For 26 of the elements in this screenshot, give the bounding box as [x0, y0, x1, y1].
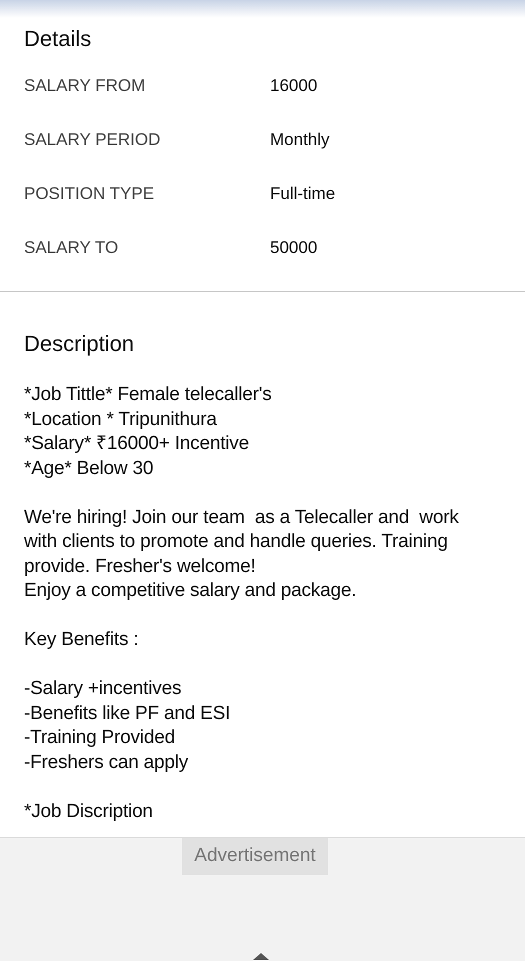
description-line: We're hiring! Join our team as a Telecaller and work	[24, 506, 460, 530]
description-line: Key Benefits :	[24, 628, 140, 652]
description-line: *Age* Below 30	[24, 456, 154, 480]
field-label: POSITION TYPE	[24, 183, 156, 206]
description-line: -Benefits like PF and ESI	[24, 702, 232, 726]
field-value: 50000	[270, 237, 318, 260]
section-title: Description	[24, 333, 136, 355]
description-line: with clients to promote and handle queries. Training	[24, 530, 449, 554]
description-line: -Training Provided	[24, 726, 176, 750]
description-line: *Location * Tripunithura	[24, 408, 218, 432]
description-line: *Job Tittle* Female telecaller's	[24, 383, 273, 407]
description-line: *Job Discription	[24, 800, 154, 824]
field-label: SALARY PERIOD	[24, 129, 162, 152]
description-line: -Salary +incentives	[24, 677, 182, 701]
field-value: Full-time	[270, 183, 336, 206]
field-label: SALARY TO	[24, 237, 120, 260]
field-label: SALARY FROM	[24, 75, 146, 98]
caret-up-icon	[252, 952, 268, 960]
advertisement-label: Advertisement	[182, 838, 328, 874]
field-value: 16000	[270, 75, 318, 98]
field-value: Monthly	[270, 129, 330, 152]
description-line: provide. Fresher's welcome!	[24, 554, 257, 578]
description-line: -Freshers can apply	[24, 750, 190, 774]
description-line: *Salary* ₹16000+ Incentive	[24, 432, 250, 456]
description-line: Enjoy a competitive salary and package.	[24, 579, 358, 603]
section-title: Details	[24, 28, 92, 50]
